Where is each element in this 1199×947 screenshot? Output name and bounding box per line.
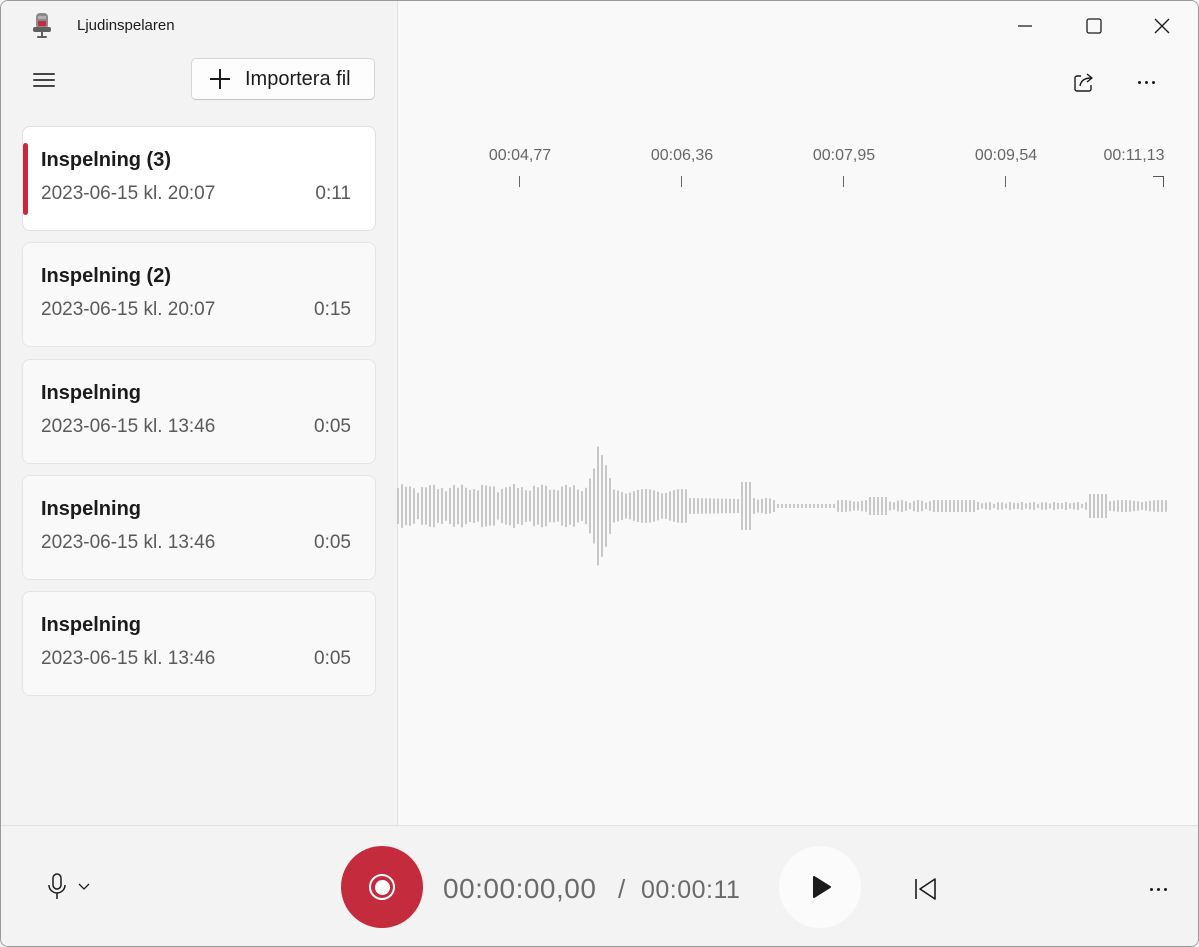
close-button[interactable] xyxy=(1139,9,1185,43)
recording-card[interactable]: Inspelning (2) 2023-06-15 kl. 20:07 0:15 xyxy=(22,242,376,347)
recordings-pane: Ljudinspelaren Importera fil Inspelning … xyxy=(1,1,397,825)
skip-back-icon xyxy=(915,878,936,900)
maximize-button[interactable] xyxy=(1071,9,1117,43)
recording-name: Inspelning xyxy=(41,498,141,520)
playback-pane xyxy=(397,1,1198,825)
recording-duration: 0:05 xyxy=(314,648,351,669)
recording-date: 2023-06-15 kl. 13:46 xyxy=(41,532,216,553)
recording-name: Inspelning xyxy=(41,382,141,404)
recording-card[interactable]: Inspelning 2023-06-15 kl. 13:46 0:05 xyxy=(22,591,376,696)
timeline-tick-label: 00:09,54 xyxy=(974,147,1038,164)
timeline-tick-mark xyxy=(519,176,520,187)
selection-indicator xyxy=(23,143,28,215)
playback-controls-bar: 00:00:00,00 / 00:00:11 xyxy=(1,825,1198,946)
timeline-end-marker xyxy=(1153,176,1164,187)
total-time: 00:00:11 xyxy=(641,876,741,904)
current-time: 00:00:00,00 xyxy=(443,873,597,904)
timeline-tick-label: 00:11,13 xyxy=(1103,147,1165,164)
plus-icon xyxy=(210,69,230,89)
more-icon xyxy=(1129,65,1163,99)
share-button[interactable] xyxy=(1067,65,1101,99)
microphone-icon xyxy=(48,873,90,899)
recording-name: Inspelning xyxy=(41,614,141,636)
recording-date: 2023-06-15 kl. 20:07 xyxy=(41,299,216,320)
timeline-tick-mark xyxy=(681,176,682,187)
microphone-app-icon xyxy=(33,13,51,38)
maximize-icon xyxy=(1086,18,1102,34)
recording-duration: 0:15 xyxy=(314,299,351,320)
recording-card[interactable]: Inspelning (3) 2023-06-15 kl. 20:07 0:11 xyxy=(22,126,376,231)
recording-name: Inspelning (2) xyxy=(41,265,171,287)
recording-card[interactable]: Inspelning 2023-06-15 kl. 13:46 0:05 xyxy=(22,359,376,464)
recording-duration: 0:11 xyxy=(315,183,351,204)
recording-date: 2023-06-15 kl. 20:07 xyxy=(41,183,216,204)
app-title: Ljudinspelaren xyxy=(77,17,175,34)
recording-duration: 0:05 xyxy=(314,532,351,553)
microphone-select-button[interactable] xyxy=(45,870,101,904)
recording-card[interactable]: Inspelning 2023-06-15 kl. 13:46 0:05 xyxy=(22,475,376,580)
timeline-tick-label: 00:06,36 xyxy=(650,147,714,164)
import-file-button[interactable]: Importera fil xyxy=(191,58,375,100)
timeline-tick-label: 00:04,77 xyxy=(488,147,552,164)
more-options-button[interactable] xyxy=(1141,872,1175,906)
import-file-label: Importera fil xyxy=(245,67,351,90)
play-button[interactable] xyxy=(779,846,861,928)
share-icon xyxy=(1074,73,1093,92)
recording-date: 2023-06-15 kl. 13:46 xyxy=(41,648,216,669)
time-separator: / xyxy=(618,874,626,904)
skip-back-button[interactable] xyxy=(909,872,943,906)
minimize-icon xyxy=(1018,25,1032,27)
record-icon xyxy=(369,874,395,900)
timeline-tick-mark xyxy=(1005,176,1006,187)
recording-name: Inspelning (3) xyxy=(41,149,171,171)
app-window: Ljudinspelaren Importera fil Inspelning … xyxy=(0,0,1199,947)
minimize-button[interactable] xyxy=(1003,9,1049,43)
timeline-tick-label: 00:07,95 xyxy=(812,147,876,164)
record-button[interactable] xyxy=(341,846,423,928)
recording-duration: 0:05 xyxy=(314,416,351,437)
more-options-button[interactable] xyxy=(1129,65,1163,99)
hamburger-icon[interactable] xyxy=(31,69,57,95)
timeline-tick-mark xyxy=(843,176,844,187)
recording-date: 2023-06-15 kl. 13:46 xyxy=(41,416,216,437)
more-icon xyxy=(1141,872,1175,906)
close-icon xyxy=(1154,18,1170,34)
audio-waveform[interactable] xyxy=(397,431,1199,581)
play-icon xyxy=(813,876,831,898)
